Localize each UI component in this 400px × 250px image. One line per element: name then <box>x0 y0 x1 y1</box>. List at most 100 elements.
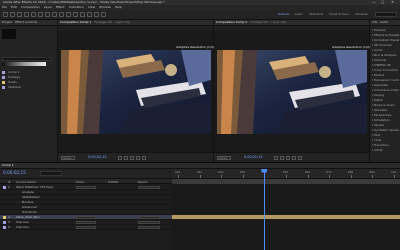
layer-duration-bar[interactable] <box>172 210 400 214</box>
camera-tool-icon[interactable] <box>38 12 43 17</box>
layer-row[interactable]: Transform <box>0 210 172 215</box>
expand-arrow-icon[interactable] <box>372 84 373 86</box>
layer-duration-bar[interactable] <box>172 195 400 199</box>
parent-dropdown[interactable] <box>138 225 160 229</box>
timeline-current-time[interactable]: 0;00;02;15 <box>3 170 26 176</box>
tab-comp-1[interactable]: Comp 1 <box>2 163 14 168</box>
hand-tool-icon[interactable] <box>17 12 22 17</box>
expand-arrow-icon[interactable] <box>372 149 373 151</box>
project-item[interactable]: Footage <box>2 75 56 79</box>
timeline-graph[interactable]: 00s01s02s03s04s05s06s07s08s09s10s <box>172 169 400 250</box>
tab-layer[interactable]: Layer Clip <box>115 20 130 25</box>
project-item[interactable]: Stabilize <box>2 85 56 89</box>
layer-duration-bar[interactable] <box>172 200 400 204</box>
resolution-dropdown-icon[interactable] <box>130 156 134 160</box>
expand-arrow-icon[interactable] <box>372 89 373 91</box>
project-search-input[interactable] <box>2 57 52 61</box>
clone-stamp-tool-icon[interactable] <box>80 12 85 17</box>
effect-category-item[interactable]: Text <box>372 133 399 137</box>
effect-category-item[interactable]: Immersive Video <box>372 88 399 92</box>
effect-category-item[interactable]: Perspective <box>372 113 399 117</box>
snapshot-icon[interactable] <box>274 156 278 160</box>
layer-row[interactable]: 1 Warp Stabilizer VFX Keys <box>0 185 172 190</box>
parent-dropdown[interactable] <box>138 220 160 224</box>
layer-row[interactable]: 4 Clip.mov <box>0 225 172 230</box>
effect-category-item[interactable]: Simulation <box>372 118 399 122</box>
effect-category-item[interactable]: Obsolete <box>372 108 399 112</box>
layer-name[interactable]: Borders <box>22 200 34 204</box>
puppet-tool-icon[interactable] <box>101 12 106 17</box>
expand-arrow-icon[interactable] <box>372 134 373 136</box>
project-item[interactable]: Solids <box>2 80 56 84</box>
layer-name[interactable]: Clip.mov <box>16 220 29 224</box>
effect-category-item[interactable]: Blur & Sharpen <box>372 53 399 57</box>
snapshot-icon[interactable] <box>118 156 122 160</box>
expand-arrow-icon[interactable] <box>372 129 373 131</box>
effect-category-item[interactable]: Expression Controls <box>372 78 399 82</box>
layer-label-color[interactable] <box>3 186 6 189</box>
effect-category-item[interactable]: Audio <box>372 48 399 52</box>
layer-label-color[interactable] <box>3 216 6 219</box>
search-help-input[interactable] <box>375 12 397 17</box>
current-time-display[interactable]: 0;00;02;15 <box>88 155 107 160</box>
tab-composition[interactable]: Composition Comp 1 <box>60 20 91 25</box>
workspace-learn[interactable]: Learn <box>295 12 303 16</box>
expand-arrow-icon[interactable] <box>372 99 373 101</box>
effect-category-item[interactable]: Utility <box>372 148 399 152</box>
work-area-bar[interactable] <box>172 179 400 184</box>
region-of-interest-icon[interactable] <box>292 156 296 160</box>
expand-arrow-icon[interactable] <box>372 34 373 36</box>
effect-category-item[interactable]: Matte <box>372 98 399 102</box>
expand-arrow-icon[interactable] <box>372 94 373 96</box>
magnification-dropdown[interactable]: 100% <box>61 156 75 160</box>
transparency-grid-icon[interactable] <box>142 156 146 160</box>
column-source-name[interactable]: Source Name <box>16 180 36 184</box>
expand-arrow-icon[interactable] <box>372 74 373 76</box>
eraser-tool-icon[interactable] <box>87 12 92 17</box>
tab-project[interactable]: Project <box>2 20 12 25</box>
effect-category-item[interactable]: CINEMA 4D <box>372 63 399 67</box>
pen-tool-icon[interactable] <box>59 12 64 17</box>
time-ruler[interactable]: 00s01s02s03s04s05s06s07s08s09s10s <box>172 169 400 179</box>
layer-duration-bar[interactable] <box>172 220 400 224</box>
expand-arrow-icon[interactable] <box>372 124 373 126</box>
region-of-interest-icon[interactable] <box>136 156 140 160</box>
layer-name[interactable]: Advanced <box>22 205 37 209</box>
layer-duration-bar[interactable] <box>172 215 400 219</box>
text-tool-icon[interactable] <box>66 12 71 17</box>
layer-name[interactable]: Warp_Stab_Mov <box>16 215 40 219</box>
layer-duration-bar[interactable] <box>172 185 400 189</box>
effect-category-item[interactable]: Generate <box>372 83 399 87</box>
layer-name[interactable]: Stabilization <box>22 195 40 199</box>
expand-arrow-icon[interactable] <box>372 59 373 61</box>
expand-arrow-icon[interactable] <box>372 79 373 81</box>
effect-category-item[interactable]: Animation Presets <box>372 38 399 42</box>
expand-arrow-icon[interactable] <box>372 119 373 121</box>
layer-label-color[interactable] <box>3 221 6 224</box>
expand-arrow-icon[interactable] <box>372 29 373 31</box>
rectangle-tool-icon[interactable] <box>52 12 57 17</box>
workspace-standard[interactable]: Standard <box>309 12 323 16</box>
video-frame[interactable] <box>217 50 367 134</box>
show-channel-icon[interactable] <box>280 156 284 160</box>
layer-row[interactable]: 3 Clip.mov <box>0 220 172 225</box>
layer-duration-bar[interactable] <box>172 190 400 194</box>
effect-category-item[interactable]: 3D Channel <box>372 43 399 47</box>
blend-mode-dropdown[interactable] <box>76 185 96 189</box>
selection-tool-icon[interactable] <box>10 12 15 17</box>
parent-dropdown[interactable] <box>138 215 160 219</box>
tab-composition[interactable]: Composition Comp 1 <box>216 20 247 25</box>
blend-mode-dropdown[interactable] <box>76 215 96 219</box>
blend-mode-dropdown[interactable] <box>76 225 96 229</box>
workspace-default[interactable]: Default <box>278 12 289 16</box>
effect-category-item[interactable]: Effects & Presets <box>372 33 399 37</box>
expand-arrow-icon[interactable] <box>372 144 373 146</box>
expand-arrow-icon[interactable] <box>372 69 373 71</box>
blend-mode-dropdown[interactable] <box>76 220 96 224</box>
expand-arrow-icon[interactable] <box>372 64 373 66</box>
layer-row[interactable]: Borders <box>0 200 172 205</box>
tab-effect-controls[interactable]: Effect Controls <box>15 20 37 25</box>
timeline-search-input[interactable] <box>40 171 62 176</box>
layer-name[interactable]: Clip.mov <box>16 225 29 229</box>
video-frame[interactable] <box>61 50 211 134</box>
